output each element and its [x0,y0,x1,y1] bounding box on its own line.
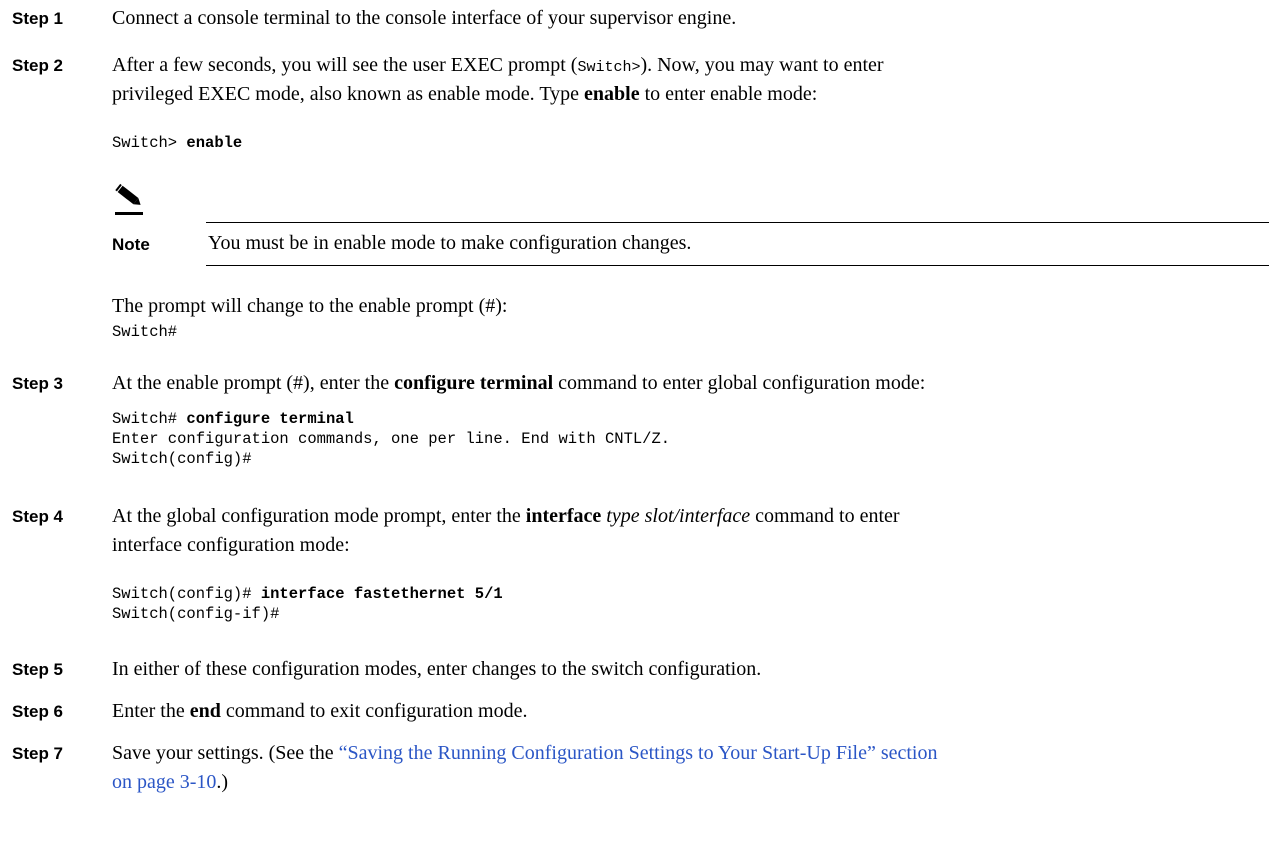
step-6-text: Enter the end command to exit configurat… [112,697,527,726]
note-text: You must be in enable mode to make confi… [208,232,692,254]
step-1-text: Connect a console terminal to the consol… [112,7,737,29]
step-7-text: Save your settings. (See the [112,742,339,764]
step-3-text-part: At the enable prompt (#), enter the [112,372,395,394]
page-reference-link[interactable]: on page 3-10 [112,771,216,793]
step-3-text: At the enable prompt (#), enter the conf… [112,369,925,398]
step-4-text: At the global configuration mode prompt,… [112,505,526,527]
note-top-rule [206,222,1269,223]
cli-command: interface fastethernet 5/1 [260,585,503,603]
step-6-text-part: Enter the [112,700,190,722]
step-7-label: Step 7 [12,744,64,763]
command-keyword: enable [584,83,640,105]
cli-command: configure terminal [186,410,354,428]
code-block-interface: Switch(config)# interface fastethernet 5… [112,584,503,624]
step-2-text: ). Now, you may want to enter [640,54,884,76]
enable-prompt-text: The prompt will change to the enable pro… [112,295,508,317]
cli-prompt: Switch(config-if)# [112,605,280,623]
cli-output: Enter configuration commands, one per li… [112,430,671,448]
note-label: Note [112,235,150,254]
step-2-text: privileged EXEC mode, also known as enab… [112,83,585,105]
step-5-label: Step 5 [12,660,64,679]
cli-prompt: Switch> [112,134,187,152]
step-4-line-2: interface configuration mode: [112,534,350,556]
pencil-icon [115,183,143,215]
step-7-line-1: Save your settings. (See the “Saving the… [112,739,937,768]
step-5-text: In either of these configuration modes, … [112,658,762,680]
cli-prompt: Switch(config)# [112,585,261,603]
step-6-label: Step 6 [12,702,64,721]
cli-prompt: Switch# [112,410,187,428]
command-keyword: end [189,700,221,722]
step-2-line-2: privileged EXEC mode, also known as enab… [112,80,817,109]
step-7-text: .) [216,771,229,793]
step-2-line-1: After a few seconds, you will see the us… [112,51,884,82]
cli-prompt: Switch(config)# [112,450,252,468]
command-keyword: configure terminal [394,372,554,394]
code-block-configure: Switch# configure terminal Enter configu… [112,409,670,469]
command-argument: type slot/interface [606,505,751,527]
command-keyword: interface [525,505,602,527]
cross-reference-link[interactable]: “Saving the Running Configuration Settin… [339,742,938,764]
step-4-label: Step 4 [12,507,64,526]
code-block-switch-prompt: Switch# [112,323,178,341]
step-6-text-part: command to exit configuration mode. [220,700,528,722]
step-2-text: After a few seconds, you will see the us… [112,54,578,76]
step-4-text: command to enter [750,505,900,527]
step-4-line-1: At the global configuration mode prompt,… [112,502,900,531]
step-3-text-part: command to enter global configuration mo… [553,372,926,394]
step-2-label: Step 2 [12,56,64,75]
step-7-line-2: on page 3-10.) [112,768,228,797]
inline-code-prompt: Switch> [577,59,641,76]
step-3-label: Step 3 [12,374,64,393]
cli-command: enable [186,134,243,152]
code-block-enable: Switch> enable [112,133,242,153]
note-bottom-rule [206,265,1269,266]
step-1-label: Step 1 [12,9,64,28]
step-2-text: to enter enable mode: [639,83,818,105]
